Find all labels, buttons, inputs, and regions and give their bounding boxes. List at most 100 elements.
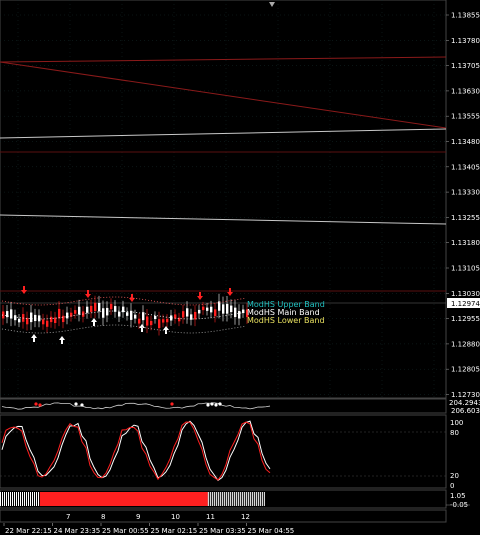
candle-body[interactable] xyxy=(30,312,33,323)
candle-body[interactable] xyxy=(218,301,221,311)
bull-state-bar xyxy=(221,492,223,506)
bull-state-bar xyxy=(243,492,245,506)
candle-body[interactable] xyxy=(230,305,233,313)
candle-body[interactable] xyxy=(146,316,149,326)
bull-state-bar xyxy=(4,492,5,506)
bull-state-bar xyxy=(241,492,243,506)
price-axis[interactable]: 1.13855 1.13780 1.13705 1.13630 1.13555 1.134… xyxy=(446,12,480,400)
candle-body[interactable] xyxy=(238,311,241,319)
candle-body[interactable] xyxy=(226,303,229,314)
current-price-tag: 1.12974 xyxy=(447,298,480,308)
bull-state-bar xyxy=(38,492,39,506)
cci-dot xyxy=(80,403,84,407)
bull-state-bar xyxy=(231,492,233,506)
bull-state-bar xyxy=(209,492,211,506)
bull-state-bar xyxy=(28,492,29,506)
cci-panel[interactable] xyxy=(0,398,447,414)
price-tick-label: 1.13105 xyxy=(451,265,480,273)
cci-top-value: 204.2943 xyxy=(449,399,480,407)
candle-body[interactable] xyxy=(78,306,81,315)
bull-state-bar xyxy=(32,492,33,506)
day-number-label: 7 xyxy=(66,513,70,521)
candle-body[interactable] xyxy=(18,318,21,323)
bull-state-bar xyxy=(249,492,251,506)
candle-body[interactable] xyxy=(38,315,41,322)
bull-state-bar xyxy=(16,492,17,506)
bull-state-bar xyxy=(26,492,27,506)
candle-body[interactable] xyxy=(118,311,121,317)
candle-body[interactable] xyxy=(234,307,237,318)
candle-body[interactable] xyxy=(122,306,125,313)
bull-state-bar xyxy=(12,492,13,506)
candle-body[interactable] xyxy=(94,302,97,312)
candle-body[interactable] xyxy=(46,320,49,327)
candle-body[interactable] xyxy=(210,306,213,313)
bull-state-bar xyxy=(225,492,227,506)
candle-body[interactable] xyxy=(138,318,141,324)
bull-state-bar xyxy=(223,492,225,506)
time-tick-label: 25 Mar 00:55 xyxy=(102,527,149,535)
bull-state-bar xyxy=(219,492,221,506)
price-tick-label: 1.13705 xyxy=(451,62,480,70)
candle-body[interactable] xyxy=(206,307,209,311)
bull-state-bar xyxy=(14,492,15,506)
candle-body[interactable] xyxy=(106,307,109,316)
candle-body[interactable] xyxy=(194,311,197,320)
price-tick-label: 1.13030 xyxy=(451,290,480,298)
candle-body[interactable] xyxy=(14,315,17,321)
bull-state-bar xyxy=(235,492,237,506)
candle-body[interactable] xyxy=(202,306,205,311)
price-tick-label: 1.13855 xyxy=(451,12,480,20)
price-tick-label: 1.12955 xyxy=(451,315,480,323)
cci-dot xyxy=(74,402,78,406)
candle-body[interactable] xyxy=(110,303,113,310)
bull-state-bar xyxy=(239,492,241,506)
candle-body[interactable] xyxy=(182,311,185,318)
price-tick-label: 1.13555 xyxy=(451,113,480,121)
time-axis[interactable]: 22 Mar 22:15 24 Mar 23:35 25 Mar 00:55 25 M… xyxy=(3,523,294,535)
candle-body[interactable] xyxy=(158,319,161,329)
candle-body[interactable] xyxy=(186,308,189,317)
candle-body[interactable] xyxy=(198,309,201,314)
candle-body[interactable] xyxy=(214,309,217,317)
bull-state-bar xyxy=(24,492,25,506)
stoch-level-80: 80 xyxy=(450,429,459,437)
price-tick-label: 1.12880 xyxy=(451,340,480,348)
bull-state-bar xyxy=(217,492,219,506)
lower-band-label: ModHS Lower Band xyxy=(247,316,325,325)
candle-body[interactable] xyxy=(26,317,29,325)
candle-body[interactable] xyxy=(166,318,169,323)
bull-state-bar xyxy=(259,492,261,506)
candle-body[interactable] xyxy=(34,314,37,322)
bull-state-bar xyxy=(245,492,247,506)
bull-state-bar xyxy=(20,492,21,506)
candle-body[interactable] xyxy=(126,312,129,316)
candle-body[interactable] xyxy=(134,314,137,319)
stoch-level-100: 100 xyxy=(450,419,463,427)
stochastic-panel[interactable] xyxy=(0,414,447,489)
candle-body[interactable] xyxy=(62,315,65,323)
candle-body[interactable] xyxy=(66,312,69,319)
candle-body[interactable] xyxy=(150,320,153,326)
price-tick-label: 1.13330 xyxy=(451,189,480,197)
bull-state-bar xyxy=(257,492,259,506)
candle-body[interactable] xyxy=(42,319,45,325)
candle-body[interactable] xyxy=(90,305,93,312)
candle-body[interactable] xyxy=(102,308,105,318)
candle-body[interactable] xyxy=(58,308,61,319)
day-number-label: 10 xyxy=(171,513,180,521)
candle-body[interactable] xyxy=(154,315,157,320)
trading-chart[interactable]: ModHS Upper Band ModHS Main Band ModHS L… xyxy=(0,0,480,535)
candle-body[interactable] xyxy=(10,309,13,319)
bull-state-bar xyxy=(229,492,231,506)
candle-body[interactable] xyxy=(98,303,101,312)
cci-dot xyxy=(170,402,174,406)
stoch-level-20: 20 xyxy=(450,472,459,480)
bull-state-bar xyxy=(211,492,213,506)
candle-body[interactable] xyxy=(222,304,225,314)
candle-body[interactable] xyxy=(50,316,53,323)
day-number-label: 8 xyxy=(101,513,105,521)
candle-body[interactable] xyxy=(86,306,89,313)
candle-body[interactable] xyxy=(74,310,77,314)
candle-body[interactable] xyxy=(162,319,165,323)
